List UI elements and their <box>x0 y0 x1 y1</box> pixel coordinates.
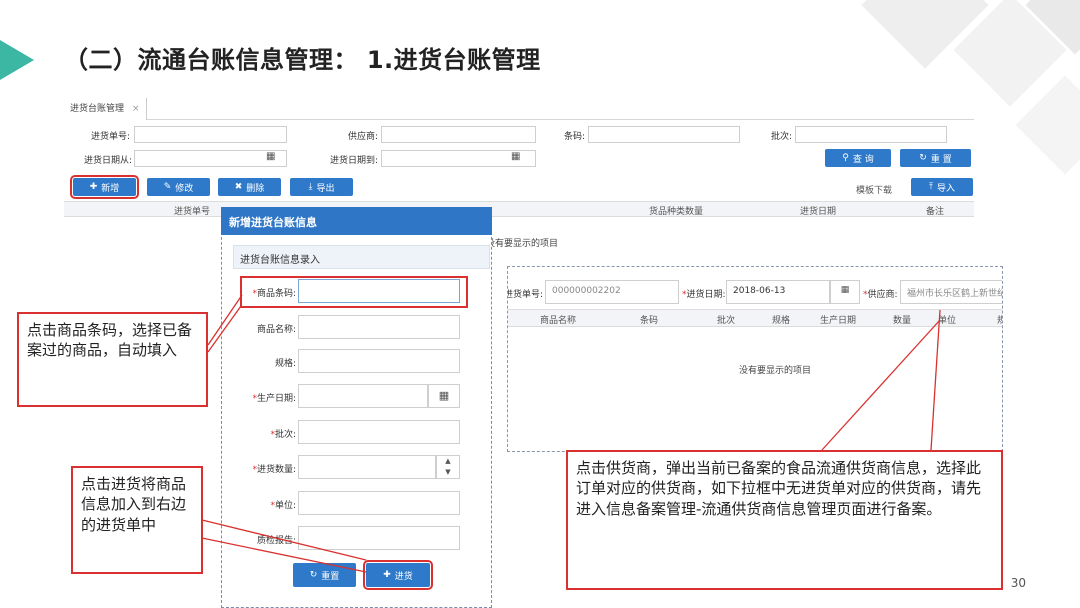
delete-button[interactable]: ✖ 删除 <box>218 178 281 196</box>
add-button[interactable]: ✚ 新增 <box>70 175 139 199</box>
barcode-label: 条码: <box>563 132 585 142</box>
modal-title: 新增进货台账信息 <box>221 207 492 235</box>
field-label-unit: *单位: <box>270 501 296 511</box>
import-button[interactable]: ⤒ 导入 <box>911 178 973 196</box>
spinner-icon[interactable]: ▲ ▼ <box>436 455 460 479</box>
order-column-header[interactable]: 商品名称 <box>540 313 576 326</box>
order-supplier-field[interactable]: 福州市长乐区鹤上新世纪 <box>900 280 1002 304</box>
purchase-order-panel: 进货单号: 000000002202 *进货日期: 2018-06-13 ▦ *… <box>507 266 1003 452</box>
field-label-inspection-report: 质检报告: <box>256 536 296 546</box>
field-label-spec: 规格: <box>274 359 296 369</box>
quantity-field[interactable] <box>298 455 436 479</box>
export-button[interactable]: ⤓ 导出 <box>290 178 353 196</box>
callout-barcode: 点击商品条码，选择已备案过的商品，自动填入 <box>17 312 208 407</box>
order-supplier-label: *供应商: <box>863 290 898 300</box>
order-date-field[interactable]: 2018-06-13 <box>726 280 830 304</box>
date-to-label: 进货日期到: <box>329 156 378 166</box>
product-name-field[interactable] <box>298 315 460 339</box>
slide-title: （二）流通台账信息管理： 1.进货台账管理 <box>64 46 541 74</box>
grid-column-header[interactable]: 备注 <box>926 204 944 217</box>
barcode-input[interactable] <box>588 126 740 143</box>
order-column-header[interactable]: 规 <box>997 313 1002 326</box>
calendar-icon[interactable]: ▦ <box>511 151 520 162</box>
plus-icon: ✚ <box>383 570 391 580</box>
order-grid-header <box>508 309 1002 327</box>
plus-icon: ✚ <box>89 182 98 192</box>
order-column-header[interactable]: 数量 <box>893 313 911 326</box>
reset-icon: ↻ <box>309 570 318 580</box>
order-column-header[interactable]: 批次 <box>717 313 735 326</box>
edit-button[interactable]: ✎ 修改 <box>147 178 210 196</box>
grid-column-header[interactable]: 进货日期 <box>800 204 836 217</box>
spec-field[interactable] <box>298 349 460 373</box>
order-column-header[interactable]: 规格 <box>772 313 790 326</box>
upload-icon: ⤒ <box>929 182 933 192</box>
grid-empty-message: 没有要显示的项目 <box>486 239 559 249</box>
close-icon[interactable]: × <box>132 104 140 114</box>
field-label-production-date: *生产日期: <box>252 394 296 404</box>
callout-supplier: 点击供货商，弹出当前已备案的食品流通供货商信息，选择此订单对应的供货商，如下拉框… <box>566 450 1003 590</box>
production-date-field[interactable] <box>298 384 428 408</box>
page-number: 30 <box>1010 576 1026 590</box>
grid-column-header[interactable]: 货品种类数量 <box>649 204 703 217</box>
callout-submit: 点击进货将商品信息加入到右边的进货单中 <box>71 466 203 574</box>
order-date-label: *进货日期: <box>682 290 726 300</box>
supplier-input[interactable] <box>381 126 536 143</box>
date-from-label: 进货日期从: <box>83 156 132 166</box>
unit-field[interactable] <box>298 491 460 515</box>
calendar-icon[interactable]: ▦ <box>266 151 275 162</box>
submit-purchase-button[interactable]: ✚ 进货 <box>363 560 433 590</box>
calendar-icon[interactable]: ▦ <box>830 280 860 304</box>
batch-input[interactable] <box>795 126 947 143</box>
date-from-input[interactable] <box>134 150 287 167</box>
inspection-report-field[interactable] <box>298 526 460 550</box>
supplier-label: 供应商: <box>347 132 378 142</box>
modal-section-title: 进货台账信息录入 <box>233 245 490 269</box>
order-column-header[interactable]: 生产日期 <box>820 313 856 326</box>
order-no-label: 进货单号: <box>90 132 130 142</box>
download-icon: ⤓ <box>308 182 313 192</box>
order-no-input[interactable] <box>134 126 287 143</box>
query-button[interactable]: ⚲ 查 询 <box>825 149 891 167</box>
batch-label: 批次: <box>770 132 792 142</box>
barcode-highlight <box>240 276 468 308</box>
slide-accent-triangle <box>0 40 34 80</box>
grid-header: 进货单号 货品种类数量 进货日期 备注 <box>64 201 974 217</box>
calendar-icon[interactable]: ▦ <box>428 384 460 408</box>
tab-purchase-ledger[interactable]: 进货台账管理 × <box>64 98 147 120</box>
delete-icon: ✖ <box>234 182 243 192</box>
reset-search-button[interactable]: ↻ 重 置 <box>900 149 971 167</box>
order-no-label: 进货单号: <box>507 290 544 300</box>
order-column-header[interactable]: 单位 <box>938 313 956 326</box>
tab-bar: 进货台账管理 × <box>64 98 974 120</box>
template-download-link[interactable]: 模板下载 <box>856 183 892 196</box>
modal-reset-button[interactable]: ↻ 重置 <box>293 563 356 587</box>
batch-field[interactable] <box>298 420 460 444</box>
field-label-batch: *批次: <box>270 430 296 440</box>
order-column-header[interactable]: 条码 <box>640 313 658 326</box>
search-icon: ⚲ <box>842 153 849 163</box>
field-label-name: 商品名称: <box>256 325 296 335</box>
tab-label: 进货台账管理 <box>70 104 125 114</box>
reset-icon: ↻ <box>919 153 927 163</box>
order-no-field[interactable]: 000000002202 <box>545 280 679 304</box>
grid-column-header[interactable]: 进货单号 <box>174 204 210 217</box>
field-label-quantity: *进货数量: <box>252 465 296 475</box>
order-empty-message: 没有要显示的项目 <box>739 366 812 376</box>
edit-icon: ✎ <box>163 182 172 192</box>
